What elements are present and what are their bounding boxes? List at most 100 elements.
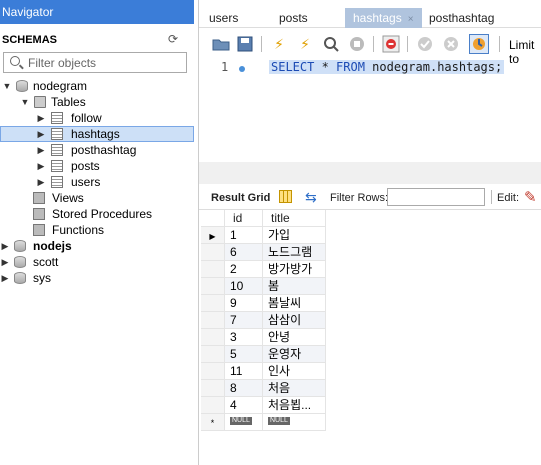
row-selector[interactable]	[201, 312, 225, 329]
expand-arrow-icon[interactable]: ▼	[20, 94, 30, 110]
table-row[interactable]: 10 봄	[201, 278, 326, 295]
autocommit-toggle-icon[interactable]	[469, 34, 489, 54]
cell-id[interactable]: 6	[225, 244, 263, 261]
column-header-title[interactable]: title	[263, 210, 326, 227]
collapse-arrow-icon[interactable]: ▶	[36, 126, 46, 142]
filter-rows-input[interactable]	[387, 188, 485, 206]
new-row[interactable]: * NULL NULL	[201, 414, 326, 431]
cell-id[interactable]: 3	[225, 329, 263, 346]
tab-users[interactable]: users	[201, 8, 246, 28]
cell-id-null[interactable]: NULL	[225, 414, 263, 431]
row-selector[interactable]	[201, 363, 225, 380]
result-grid-label[interactable]: Result Grid	[211, 192, 270, 204]
cell-id[interactable]: 9	[225, 295, 263, 312]
table-row[interactable]: 5 운영자	[201, 346, 326, 363]
cell-id[interactable]: 1	[225, 227, 263, 244]
cell-title[interactable]: 봄	[263, 278, 326, 295]
tree-item-sys[interactable]: ▶ sys	[0, 270, 194, 286]
table-row[interactable]: 8 처음	[201, 380, 326, 397]
refresh-icon[interactable]: ⇆	[305, 189, 317, 206]
row-selector[interactable]	[201, 346, 225, 363]
cell-title[interactable]: 처음	[263, 380, 326, 397]
collapse-arrow-icon[interactable]: ▶	[36, 174, 46, 190]
collapse-arrow-icon[interactable]: ▶	[0, 238, 10, 254]
collapse-arrow-icon[interactable]: ▶	[36, 158, 46, 174]
column-header-id[interactable]: id	[225, 210, 263, 227]
cell-title[interactable]: 방가방가	[263, 261, 326, 278]
cell-title-null[interactable]: NULL	[263, 414, 326, 431]
cell-id[interactable]: 2	[225, 261, 263, 278]
cell-title[interactable]: 처음뵙...	[263, 397, 326, 414]
table-row[interactable]: 6 노드그램	[201, 244, 326, 261]
tree-item-stored-procedures[interactable]: Stored Procedures	[0, 206, 194, 222]
editor-results-splitter[interactable]	[199, 162, 541, 184]
row-selector-header[interactable]	[201, 210, 225, 227]
collapse-arrow-icon[interactable]: ▶	[0, 270, 10, 286]
collapse-arrow-icon[interactable]: ▶	[0, 254, 10, 270]
tree-item-posts[interactable]: ▶ posts	[0, 158, 194, 174]
filter-objects-input[interactable]	[28, 55, 178, 71]
tree-item-users[interactable]: ▶ users	[0, 174, 194, 190]
tab-posthashtag[interactable]: posthashtag	[421, 8, 502, 28]
tree-item-nodejs[interactable]: ▶ nodejs	[0, 238, 194, 254]
sql-editor[interactable]: 1 SELECT * FROM nodegram.hashtags;	[199, 58, 541, 162]
row-selector[interactable]	[201, 380, 225, 397]
cell-title[interactable]: 운영자	[263, 346, 326, 363]
views-folder-icon	[33, 192, 45, 204]
row-selector[interactable]: ▶	[201, 227, 225, 244]
cell-id[interactable]: 7	[225, 312, 263, 329]
save-icon[interactable]	[235, 34, 255, 54]
commit-icon[interactable]	[415, 34, 435, 54]
tree-item-follow[interactable]: ▶ follow	[0, 110, 194, 126]
cell-id[interactable]: 11	[225, 363, 263, 380]
table-row[interactable]: 4 처음뵙...	[201, 397, 326, 414]
execute-current-icon[interactable]: ⚡	[295, 34, 315, 54]
tab-posts[interactable]: posts	[271, 8, 316, 28]
cell-id[interactable]: 8	[225, 380, 263, 397]
row-selector[interactable]	[201, 278, 225, 295]
stop-icon[interactable]	[347, 34, 367, 54]
cell-id[interactable]: 10	[225, 278, 263, 295]
execute-icon[interactable]: ⚡	[269, 34, 289, 54]
cell-title[interactable]: 삼삼이	[263, 312, 326, 329]
collapse-arrow-icon[interactable]: ▶	[36, 110, 46, 126]
expand-arrow-icon[interactable]: ▼	[2, 78, 12, 94]
cell-title[interactable]: 봄날씨	[263, 295, 326, 312]
refresh-schemas-icon[interactable]: ⟳	[168, 32, 182, 46]
toggle-stop-on-error-icon[interactable]	[381, 34, 401, 54]
tree-item-posthashtag[interactable]: ▶ posthashtag	[0, 142, 194, 158]
collapse-arrow-icon[interactable]: ▶	[36, 142, 46, 158]
tree-item-nodegram[interactable]: ▼ nodegram	[0, 78, 194, 94]
explain-icon[interactable]	[321, 34, 341, 54]
tree-item-scott[interactable]: ▶ scott	[0, 254, 194, 270]
table-row[interactable]: ▶ 1 가입	[201, 227, 326, 244]
cell-title[interactable]: 인사	[263, 363, 326, 380]
cell-id[interactable]: 4	[225, 397, 263, 414]
row-selector[interactable]	[201, 261, 225, 278]
grid-layout-icon[interactable]	[279, 190, 292, 203]
tree-item-tables[interactable]: ▼ Tables	[0, 94, 194, 110]
tab-hashtags[interactable]: hashtags ×	[345, 8, 422, 28]
cell-title[interactable]: 안녕	[263, 329, 326, 346]
row-selector[interactable]	[201, 329, 225, 346]
cell-title[interactable]: 노드그램	[263, 244, 326, 261]
table-row[interactable]: 11 인사	[201, 363, 326, 380]
table-row[interactable]: 7 삼삼이	[201, 312, 326, 329]
table-row[interactable]: 9 봄날씨	[201, 295, 326, 312]
row-selector[interactable]	[201, 244, 225, 261]
tree-item-hashtags[interactable]: ▶ hashtags	[0, 126, 194, 142]
row-selector[interactable]	[201, 397, 225, 414]
open-folder-icon[interactable]	[211, 34, 231, 54]
edit-pencil-icon[interactable]: ✎	[524, 188, 537, 206]
cell-id[interactable]: 5	[225, 346, 263, 363]
table-row[interactable]: 3 안녕	[201, 329, 326, 346]
table-row[interactable]: 2 방가방가	[201, 261, 326, 278]
sql-statement[interactable]: SELECT * FROM nodegram.hashtags;	[269, 60, 505, 74]
row-selector[interactable]: *	[201, 414, 225, 431]
cell-title[interactable]: 가입	[263, 227, 326, 244]
tree-item-views[interactable]: Views	[0, 190, 194, 206]
close-tab-icon[interactable]: ×	[408, 14, 414, 25]
row-selector[interactable]	[201, 295, 225, 312]
tree-item-functions[interactable]: Functions	[0, 222, 194, 238]
rollback-icon[interactable]	[441, 34, 461, 54]
